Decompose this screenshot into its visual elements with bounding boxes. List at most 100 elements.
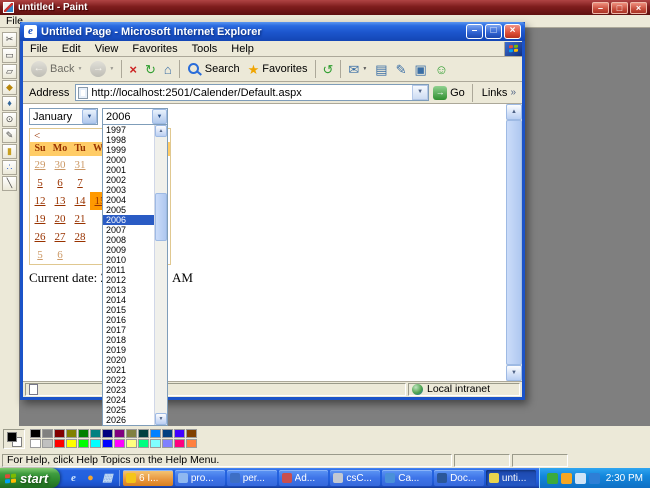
calendar-prev-link[interactable]: < <box>34 130 40 142</box>
year-option-2022[interactable]: 2022 <box>103 375 154 385</box>
calendar-day-link[interactable]: 19 <box>35 210 46 228</box>
color-swatch[interactable] <box>102 429 113 438</box>
year-option-2012[interactable]: 2012 <box>103 275 154 285</box>
address-dropdown-icon[interactable]: ▼ <box>412 85 429 100</box>
ie-menu-favorites[interactable]: Favorites <box>125 43 184 55</box>
color-swatch[interactable] <box>66 439 77 448</box>
year-option-2019[interactable]: 2019 <box>103 345 154 355</box>
calendar-day-link[interactable]: 5 <box>37 246 43 264</box>
calendar-day-cell[interactable]: 20 <box>50 210 70 228</box>
year-select[interactable]: 2006 ▼ <box>102 108 168 125</box>
print-button[interactable]: ▤ <box>371 60 391 79</box>
calendar-day-link[interactable]: 7 <box>77 174 83 192</box>
year-option-2024[interactable]: 2024 <box>103 395 154 405</box>
year-option-2016[interactable]: 2016 <box>103 315 154 325</box>
year-option-2018[interactable]: 2018 <box>103 335 154 345</box>
year-option-2011[interactable]: 2011 <box>103 265 154 275</box>
color-swatch[interactable] <box>42 429 53 438</box>
year-option-2007[interactable]: 2007 <box>103 225 154 235</box>
mail-dropdown-icon[interactable]: ▼ <box>362 66 367 72</box>
color-swatch[interactable] <box>174 439 185 448</box>
year-option-2026[interactable]: 2026 <box>103 415 154 425</box>
free-form-select-tool[interactable]: ✂ <box>2 32 17 47</box>
calendar-day-link[interactable]: 29 <box>35 156 46 174</box>
taskbar-button[interactable]: 6 I... <box>123 470 173 486</box>
year-option-1998[interactable]: 1998 <box>103 135 154 145</box>
year-scroll-down-icon[interactable]: ▼ <box>155 413 167 425</box>
paint-minimize-button[interactable]: – <box>592 1 609 14</box>
show-desktop-icon[interactable]: ▦ <box>101 472 114 485</box>
year-option-2006[interactable]: 2006 <box>103 215 154 225</box>
ie-minimize-button[interactable]: – <box>466 24 483 39</box>
color-swatch[interactable] <box>162 429 173 438</box>
color-swatch[interactable] <box>114 429 125 438</box>
color-swatch[interactable] <box>78 439 89 448</box>
ie-menu-help[interactable]: Help <box>224 43 261 55</box>
year-option-2017[interactable]: 2017 <box>103 325 154 335</box>
year-option-2002[interactable]: 2002 <box>103 175 154 185</box>
year-option-2014[interactable]: 2014 <box>103 295 154 305</box>
color-picker-tool[interactable]: ♦ <box>2 96 17 111</box>
links-button[interactable]: Links » <box>480 87 518 99</box>
color-swatch[interactable] <box>126 439 137 448</box>
search-button[interactable]: Search <box>183 60 244 79</box>
calendar-day-link[interactable]: 13 <box>55 192 66 210</box>
year-option-1997[interactable]: 1997 <box>103 125 154 135</box>
year-option-2021[interactable]: 2021 <box>103 365 154 375</box>
paint-maximize-button[interactable]: □ <box>611 1 628 14</box>
color-swatch[interactable] <box>54 429 65 438</box>
calendar-day-link[interactable]: 6 <box>57 246 63 264</box>
clock[interactable]: 2:30 PM <box>606 473 643 484</box>
ie-quick-launch-icon[interactable]: e <box>67 472 80 485</box>
browser-quick-launch-icon[interactable]: ● <box>84 472 97 485</box>
taskbar-button[interactable]: Ca... <box>382 470 433 486</box>
fill-tool[interactable]: ◆ <box>2 80 17 95</box>
calendar-day-cell[interactable]: 26 <box>30 228 50 246</box>
stop-button[interactable]: × <box>125 60 141 79</box>
paint-close-button[interactable]: × <box>630 1 647 14</box>
start-button[interactable]: start <box>0 468 60 488</box>
calendar-day-link[interactable]: 14 <box>75 192 86 210</box>
color-swatch[interactable] <box>30 439 41 448</box>
calendar-day-cell[interactable]: 30 <box>50 156 70 174</box>
calendar-day-link[interactable]: 5 <box>37 174 43 192</box>
taskbar-button[interactable]: per... <box>226 470 277 486</box>
select-tool[interactable]: ▭ <box>2 48 17 63</box>
calendar-day-link[interactable]: 31 <box>75 156 86 174</box>
edit-button[interactable]: ✎ <box>392 60 411 79</box>
taskbar-button[interactable]: csC... <box>330 470 381 486</box>
discuss-button[interactable]: ▣ <box>410 60 430 79</box>
year-option-2005[interactable]: 2005 <box>103 205 154 215</box>
calendar-day-cell[interactable]: 13 <box>50 192 70 210</box>
paint-color-indicator[interactable] <box>3 429 25 449</box>
taskbar-button[interactable]: unti... <box>485 470 536 486</box>
year-option-2009[interactable]: 2009 <box>103 245 154 255</box>
calendar-day-cell[interactable]: 21 <box>70 210 90 228</box>
year-option-2013[interactable]: 2013 <box>103 285 154 295</box>
color-swatch[interactable] <box>78 429 89 438</box>
year-option-2023[interactable]: 2023 <box>103 385 154 395</box>
calendar-day-link[interactable]: 12 <box>35 192 46 210</box>
ie-title-bar[interactable]: e Untitled Page - Microsoft Internet Exp… <box>20 22 525 41</box>
taskbar-button[interactable]: Doc... <box>434 470 484 486</box>
year-option-2010[interactable]: 2010 <box>103 255 154 265</box>
calendar-day-link[interactable]: 26 <box>35 228 46 246</box>
calendar-day-cell[interactable]: 19 <box>30 210 50 228</box>
calendar-day-link[interactable]: 21 <box>75 210 86 228</box>
calendar-day-cell[interactable]: 28 <box>70 228 90 246</box>
messenger-button[interactable]: ☺ <box>431 60 452 79</box>
calendar-day-cell[interactable]: 6 <box>50 246 70 264</box>
line-tool[interactable]: ╲ <box>2 176 17 191</box>
ie-menu-tools[interactable]: Tools <box>185 43 225 55</box>
airbrush-tool[interactable]: ∴ <box>2 160 17 175</box>
scroll-down-icon[interactable]: ▼ <box>506 365 522 381</box>
color-swatch[interactable] <box>162 439 173 448</box>
calendar-day-cell[interactable]: 14 <box>70 192 90 210</box>
ie-menu-file[interactable]: File <box>23 43 55 55</box>
calendar-day-cell[interactable]: 5 <box>30 246 50 264</box>
go-button[interactable]: → Go <box>433 85 465 100</box>
home-button[interactable]: ⌂ <box>160 60 176 79</box>
ie-menu-view[interactable]: View <box>88 43 126 55</box>
calendar-day-cell[interactable]: 29 <box>30 156 50 174</box>
back-button[interactable]: ← Back ▼ <box>27 59 86 79</box>
